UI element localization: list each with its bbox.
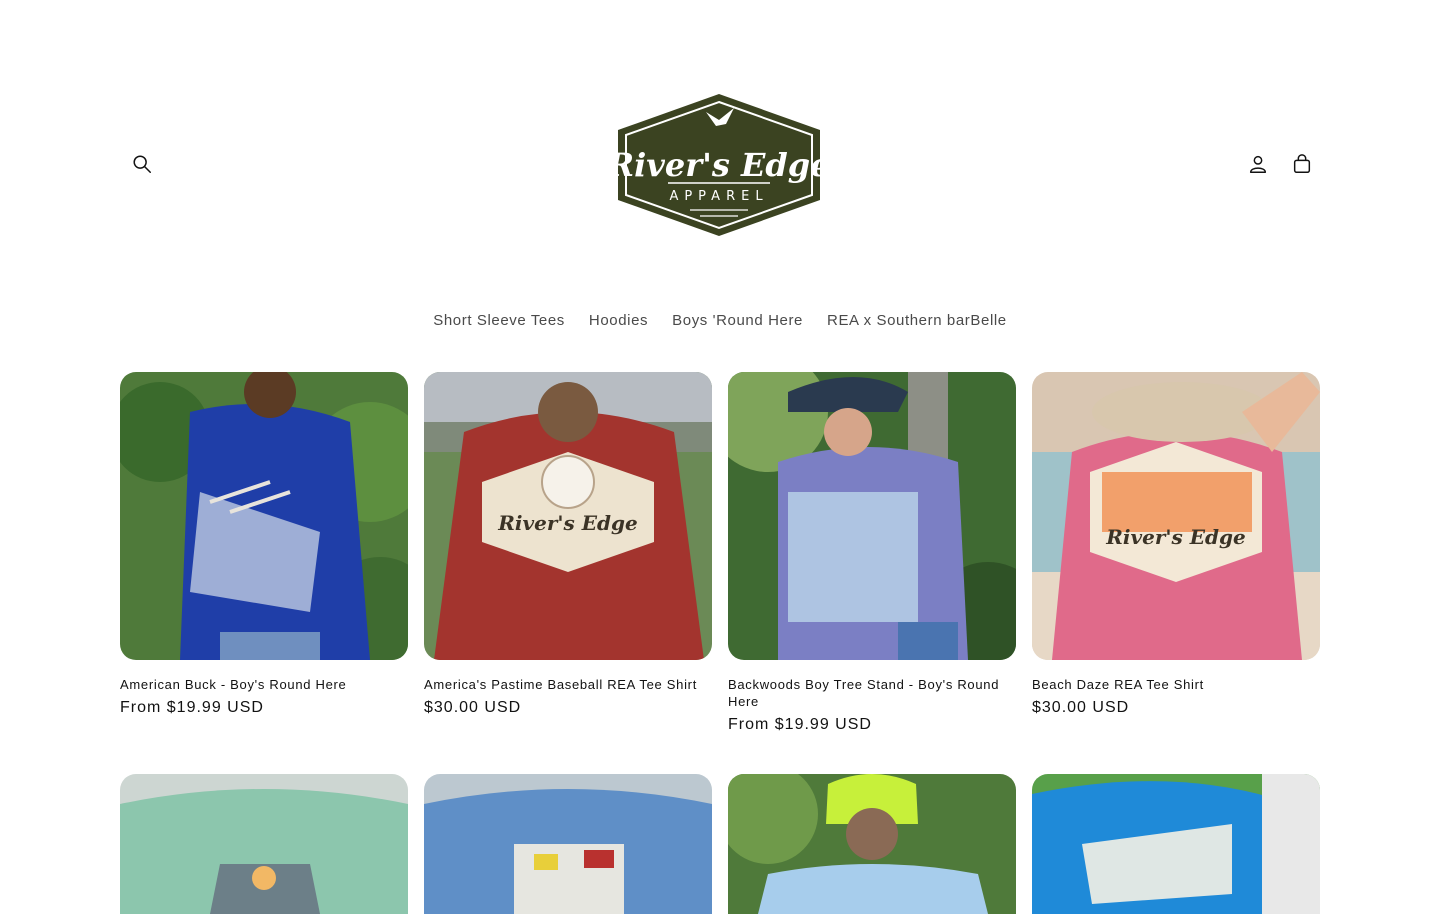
product-card[interactable]: River's Edge America's Pastime Baseball … — [424, 372, 712, 734]
product-card[interactable] — [728, 774, 1016, 914]
product-card[interactable] — [424, 774, 712, 914]
product-image[interactable] — [120, 774, 408, 914]
account-button[interactable] — [1236, 142, 1280, 186]
site-header: River's Edge APPAREL — [0, 0, 1440, 290]
search-button[interactable] — [120, 142, 164, 186]
nav-short-sleeve-tees[interactable]: Short Sleeve Tees — [421, 306, 577, 335]
product-grid: American Buck - Boy's Round Here From $1… — [120, 372, 1320, 734]
nav-boys-round-here[interactable]: Boys 'Round Here — [660, 306, 815, 335]
logo-badge: River's Edge APPAREL — [612, 94, 826, 236]
logo-sub-text: APPAREL — [669, 189, 768, 204]
product-card[interactable] — [1032, 774, 1320, 914]
product-image[interactable] — [1032, 774, 1320, 914]
nav-hoodies[interactable]: Hoodies — [577, 306, 660, 335]
product-price: $30.00 USD — [424, 699, 522, 716]
product-title[interactable]: Backwoods Boy Tree Stand - Boy's Round H… — [728, 676, 1016, 710]
svg-text:River's Edge: River's Edge — [1105, 525, 1245, 549]
product-image[interactable]: River's Edge — [1032, 372, 1320, 660]
product-card[interactable]: Backwoods Boy Tree Stand - Boy's Round H… — [728, 372, 1016, 734]
product-image[interactable] — [120, 372, 408, 660]
brand-logo[interactable]: River's Edge APPAREL — [612, 90, 826, 240]
search-icon — [133, 155, 151, 173]
cart-icon — [1293, 154, 1311, 173]
product-price: From $19.99 USD — [728, 716, 872, 733]
svg-text:River's Edge: River's Edge — [497, 511, 637, 535]
product-image[interactable] — [728, 774, 1016, 914]
product-title[interactable]: Beach Daze REA Tee Shirt — [1032, 676, 1320, 693]
main-navigation: Short Sleeve Tees Hoodies Boys 'Round He… — [0, 306, 1440, 335]
nav-rea-southern-barbelle[interactable]: REA x Southern barBelle — [815, 306, 1019, 335]
logo-main-text: River's Edge — [612, 146, 826, 184]
product-title[interactable]: American Buck - Boy's Round Here — [120, 676, 408, 693]
product-price: From $19.99 USD — [120, 699, 264, 716]
account-icon — [1249, 155, 1267, 173]
product-grid-row-2 — [120, 774, 1320, 914]
product-image[interactable] — [424, 774, 712, 914]
product-card[interactable] — [120, 774, 408, 914]
product-image[interactable]: River's Edge — [424, 372, 712, 660]
cart-button[interactable] — [1280, 142, 1324, 186]
product-title[interactable]: America's Pastime Baseball REA Tee Shirt — [424, 676, 712, 693]
product-image[interactable] — [728, 372, 1016, 660]
product-card[interactable]: River's Edge Beach Daze REA Tee Shirt $3… — [1032, 372, 1320, 734]
product-price: $30.00 USD — [1032, 699, 1130, 716]
product-card[interactable]: American Buck - Boy's Round Here From $1… — [120, 372, 408, 734]
